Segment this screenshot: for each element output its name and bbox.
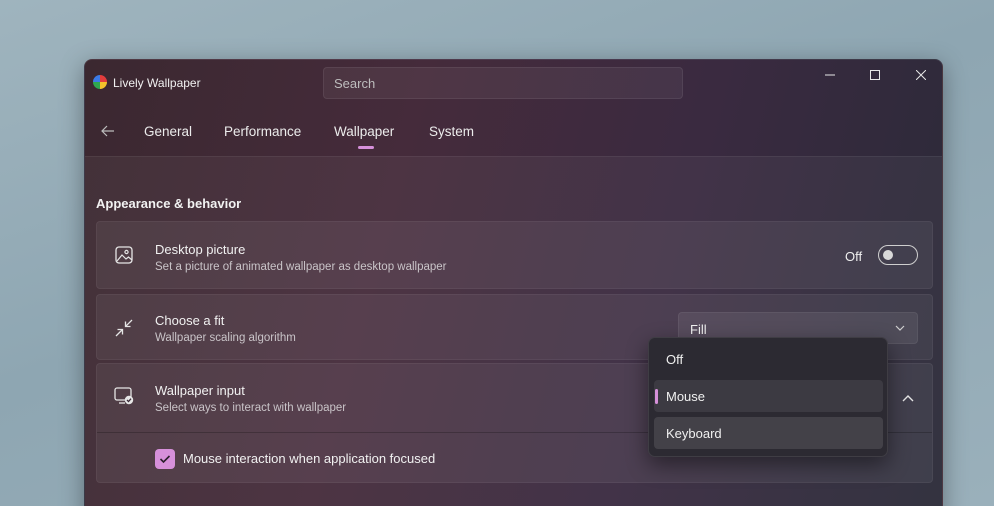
desktop-picture-title: Desktop picture: [155, 242, 246, 257]
minimize-button[interactable]: [807, 60, 853, 90]
picture-icon: [113, 244, 135, 266]
app-logo-icon: [93, 75, 107, 89]
title-bar: Lively Wallpaper Search: [85, 60, 942, 106]
search-input[interactable]: Search: [323, 67, 683, 99]
choose-fit-description: Wallpaper scaling algorithm: [155, 332, 296, 344]
maximize-icon: [870, 70, 880, 80]
active-tab-indicator: [358, 146, 374, 149]
desktop-picture-card: Desktop picture Set a picture of animate…: [96, 221, 933, 289]
mouse-interaction-checkbox[interactable]: [155, 449, 175, 469]
desktop-picture-description: Set a picture of animated wallpaper as d…: [155, 261, 447, 273]
back-button[interactable]: [97, 120, 119, 142]
dropdown-option-off[interactable]: Off: [654, 343, 883, 375]
toggle-knob: [883, 250, 893, 260]
desktop-picture-toggle[interactable]: [878, 245, 918, 265]
close-button[interactable]: [898, 60, 942, 90]
wallpaper-input-description: Select ways to interact with wallpaper: [155, 402, 347, 414]
section-title: Appearance & behavior: [96, 196, 242, 211]
shrink-arrows-icon: [113, 317, 135, 339]
dropdown-option-keyboard[interactable]: Keyboard: [654, 417, 883, 449]
toggle-state-label: Off: [845, 249, 863, 264]
arrow-left-icon: [101, 125, 114, 137]
fit-dropdown-value: Fill: [690, 322, 707, 337]
tab-general[interactable]: General: [144, 124, 192, 139]
dropdown-option-mouse[interactable]: Mouse: [654, 380, 883, 412]
chevron-down-icon: [895, 325, 905, 331]
checkmark-icon: [159, 455, 171, 464]
minimize-icon: [825, 74, 835, 76]
tab-system[interactable]: System: [429, 124, 474, 139]
choose-fit-title: Choose a fit: [155, 313, 225, 328]
tab-performance[interactable]: Performance: [224, 124, 301, 139]
wallpaper-input-title: Wallpaper input: [155, 383, 245, 398]
selection-indicator: [655, 389, 658, 404]
app-title: Lively Wallpaper: [113, 76, 201, 90]
monitor-check-icon: [113, 385, 135, 407]
close-icon: [916, 70, 926, 80]
input-dropdown-popup: Off Mouse Keyboard: [648, 337, 888, 457]
tab-wallpaper[interactable]: Wallpaper: [334, 124, 394, 139]
collapse-button[interactable]: [898, 388, 918, 408]
chevron-up-icon: [902, 395, 914, 402]
settings-nav: General Performance Wallpaper System: [85, 106, 942, 156]
maximize-button[interactable]: [852, 60, 898, 90]
mouse-interaction-label: Mouse interaction when application focus…: [183, 451, 436, 466]
